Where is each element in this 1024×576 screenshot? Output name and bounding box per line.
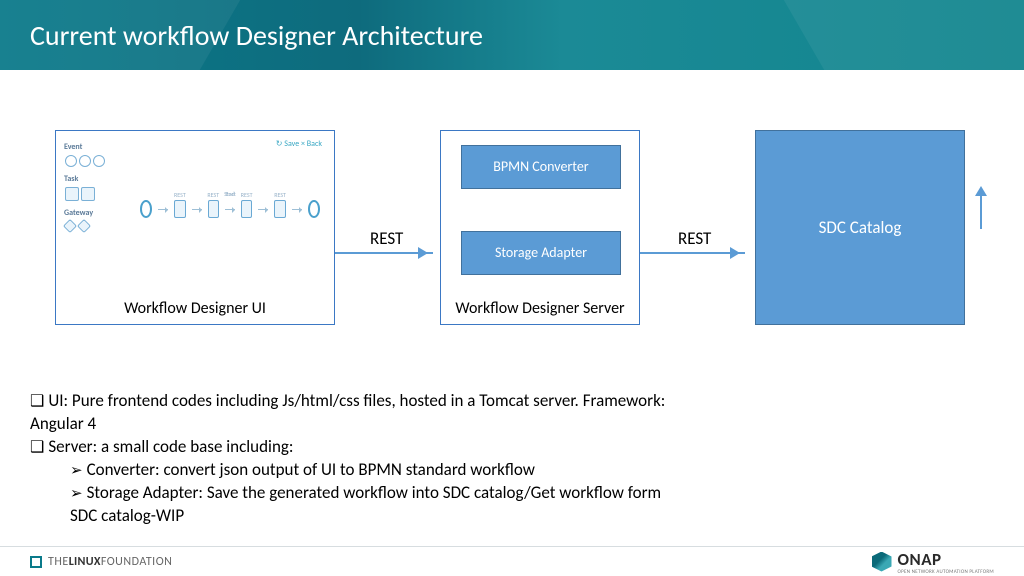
slide-footer: THELINUXFOUNDATION ONAP OPEN NETWORK AUT…	[0, 546, 1024, 576]
ui-toolbar: ↻ Save × Back	[276, 139, 322, 149]
note-server: Server: a small code base including:	[30, 436, 690, 459]
ui-box-caption: Workflow Designer UI	[56, 299, 334, 318]
ui-palette: Event Task Gateway	[64, 139, 134, 279]
note-storage-adapter: Storage Adapter: Save the generated work…	[70, 482, 690, 528]
description-notes: UI: Pure frontend codes including Js/htm…	[30, 390, 690, 528]
arrow-label-rest-1: REST	[370, 228, 403, 249]
onap-logo: ONAP OPEN NETWORK AUTOMATION PLATFORM	[872, 549, 995, 575]
box-workflow-designer-server: BPMN Converter Storage Adapter Workflow …	[440, 130, 640, 325]
onap-cube-icon	[872, 552, 892, 572]
arrow-ui-to-server	[335, 252, 433, 254]
ui-canvas: ↻ Save × Back Start REST REST REST REST …	[134, 139, 326, 279]
box-sdc-catalog: SDC Catalog	[755, 130, 965, 325]
arrow-server-to-sdc	[640, 252, 745, 254]
note-ui: UI: Pure frontend codes including Js/htm…	[30, 390, 690, 436]
linux-foundation-logo: THELINUXFOUNDATION	[30, 555, 172, 569]
server-box-caption: Workflow Designer Server	[441, 299, 639, 318]
storage-adapter-box: Storage Adapter	[461, 231, 621, 275]
slide-header: Current workflow Designer Architecture	[0, 0, 1024, 70]
note-converter: Converter: convert json output of UI to …	[70, 459, 690, 482]
palette-heading-task: Task	[64, 174, 134, 184]
palette-heading-gateway: Gateway	[64, 208, 134, 218]
sdc-catalog-label: SDC Catalog	[819, 217, 902, 238]
lf-square-icon	[30, 556, 42, 568]
bpmn-converter-box: BPMN Converter	[461, 145, 621, 189]
slide-title: Current workflow Designer Architecture	[0, 0, 1024, 53]
arrow-storage-to-bpmn	[980, 191, 982, 229]
architecture-diagram: Event Task Gateway ↻ Save × Back Start R…	[0, 130, 1024, 410]
ui-flow-nodes: Start REST REST REST REST End	[140, 200, 320, 218]
ui-screenshot-thumbnail: Event Task Gateway ↻ Save × Back Start R…	[64, 139, 326, 279]
arrow-label-rest-2: REST	[678, 228, 711, 249]
palette-heading-event: Event	[64, 142, 134, 152]
box-workflow-designer-ui: Event Task Gateway ↻ Save × Back Start R…	[55, 130, 335, 325]
